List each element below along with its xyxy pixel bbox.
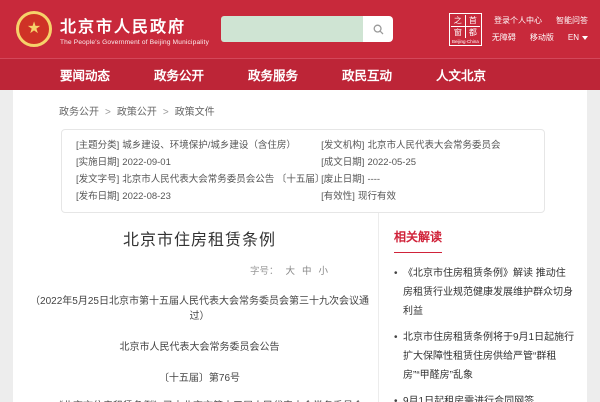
search-input[interactable] bbox=[221, 16, 363, 42]
site-brand[interactable]: 北京市人民政府 The People's Government of Beiji… bbox=[60, 13, 209, 46]
meta-effective-date: [实施日期]2022-09-01 bbox=[76, 154, 321, 171]
meta-value: 2022-09-01 bbox=[122, 157, 171, 168]
breadcrumb-item[interactable]: 政策文件 bbox=[175, 103, 215, 118]
capital-window-logo[interactable]: 之 首 窗 都 Beijing·China bbox=[449, 13, 482, 46]
meta-label: [发文机构] bbox=[321, 140, 364, 151]
metadata-right-column: [发文机构]北京市人民代表大会常务委员会 [成文日期]2022-05-25 [废… bbox=[321, 137, 530, 205]
seal-char: 窗 bbox=[451, 27, 465, 38]
meta-label: [发布日期] bbox=[76, 191, 119, 202]
document-title: 北京市住房租赁条例 bbox=[27, 226, 372, 250]
header-utilities: 之 首 窗 都 Beijing·China 登录个人中心 智能问答 无障碍 移动… bbox=[449, 13, 588, 46]
sidebar-list: 《北京市住房租赁条例》解读 推动住房租赁行业规范健康发展维护群众切身利益 北京市… bbox=[394, 264, 575, 402]
breadcrumb-item[interactable]: 政务公开 bbox=[59, 103, 111, 118]
nav-item-interaction[interactable]: 政民互动 bbox=[320, 65, 414, 84]
content-container: 政务公开 政策公开 政策文件 [主题分类]城乡建设、环境保护/城乡建设（含住房）… bbox=[13, 90, 587, 402]
meta-value: 2022-08-23 bbox=[122, 191, 171, 202]
meta-label: [发文字号] bbox=[76, 174, 119, 185]
site-subtitle: The People's Government of Beijing Munic… bbox=[60, 39, 209, 46]
national-emblem-icon bbox=[16, 11, 52, 47]
meta-issuing-org: [发文机构]北京市人民代表大会常务委员会 bbox=[321, 137, 530, 154]
related-reading-link[interactable]: 《北京市住房租赁条例》解读 推动住房租赁行业规范健康发展维护群众切身利益 bbox=[394, 264, 575, 321]
meta-doc-number: [发文字号]北京市人民代表大会常务委员会公告 〔十五届〕第76号 bbox=[76, 171, 321, 188]
meta-value: 城乡建设、环境保护/城乡建设（含住房） bbox=[122, 140, 296, 151]
font-size-large[interactable]: 大 bbox=[285, 266, 295, 277]
font-size-control: 字号： 大中小 bbox=[27, 263, 372, 277]
search-bar bbox=[221, 16, 393, 42]
nav-item-gov-services[interactable]: 政务服务 bbox=[226, 65, 320, 84]
article: 北京市住房租赁条例 字号： 大中小 （2022年5月25日北京市第十五届人民代表大… bbox=[13, 213, 378, 402]
font-size-label: 字号： bbox=[250, 266, 279, 277]
main-area: 北京市住房租赁条例 字号： 大中小 （2022年5月25日北京市第十五届人民代表大… bbox=[13, 213, 587, 402]
nav-item-culture[interactable]: 人文北京 bbox=[414, 65, 508, 84]
meta-repeal-date: [废止日期]---- bbox=[321, 171, 530, 188]
announcement-org: 北京市人民代表大会常务委员会公告 bbox=[27, 338, 372, 353]
smart-qa-link[interactable]: 智能问答 bbox=[556, 15, 588, 26]
meta-label: [废止日期] bbox=[321, 174, 364, 185]
meta-value: 2022-05-25 bbox=[367, 157, 416, 168]
site-title: 北京市人民政府 bbox=[60, 13, 209, 37]
sidebar-title: 相关解读 bbox=[394, 228, 442, 253]
meta-value: 现行有效 bbox=[358, 191, 396, 202]
search-button[interactable] bbox=[363, 16, 393, 42]
meta-label: [成文日期] bbox=[321, 157, 364, 168]
meta-label: [主题分类] bbox=[76, 140, 119, 151]
meta-publish-date: [发布日期]2022-08-23 bbox=[76, 188, 321, 205]
login-link[interactable]: 登录个人中心 bbox=[494, 15, 542, 26]
language-label: EN bbox=[568, 33, 579, 42]
passed-line: （2022年5月25日北京市第十五届人民代表大会常务委员会第三十九次会议通过） bbox=[27, 292, 372, 322]
seal-char: 之 bbox=[451, 15, 465, 26]
document-metadata: [主题分类]城乡建设、环境保护/城乡建设（含住房） [实施日期]2022-09-… bbox=[61, 129, 545, 213]
metadata-left-column: [主题分类]城乡建设、环境保护/城乡建设（含住房） [实施日期]2022-09-… bbox=[76, 137, 321, 205]
related-reading-link[interactable]: 9月1日起租房需进行合同网签 bbox=[394, 392, 575, 402]
main-nav: 要闻动态 政务公开 政务服务 政民互动 人文北京 bbox=[0, 58, 600, 90]
breadcrumb: 政务公开 政策公开 政策文件 bbox=[13, 90, 587, 129]
search-icon bbox=[373, 24, 384, 35]
header-links: 登录个人中心 智能问答 无障碍 移动版 EN bbox=[492, 15, 588, 43]
related-reading-link[interactable]: 北京市住房租赁条例将于9月1日起施行 扩大保障性租赁住房供给严管“群租房”“甲醛… bbox=[394, 328, 575, 385]
capital-window-seal: 之 首 窗 都 bbox=[451, 15, 480, 38]
chevron-down-icon bbox=[582, 36, 588, 40]
meta-topic: [主题分类]城乡建设、环境保护/城乡建设（含住房） bbox=[76, 137, 321, 154]
font-size-medium[interactable]: 中 bbox=[302, 266, 312, 277]
site-header: 北京市人民政府 The People's Government of Beiji… bbox=[0, 0, 600, 58]
nav-item-news[interactable]: 要闻动态 bbox=[38, 65, 132, 84]
meta-signed-date: [成文日期]2022-05-25 bbox=[321, 154, 530, 171]
nav-item-gov-disclosure[interactable]: 政务公开 bbox=[132, 65, 226, 84]
meta-value: 北京市人民代表大会常务委员会 bbox=[367, 140, 500, 151]
breadcrumb-item[interactable]: 政策公开 bbox=[117, 103, 169, 118]
announcement-number: 〔十五届〕第76号 bbox=[27, 369, 372, 384]
meta-value: 北京市人民代表大会常务委员会公告 〔十五届〕第76号 bbox=[122, 174, 321, 185]
seal-char: 首 bbox=[466, 15, 480, 26]
meta-label: [有效性] bbox=[321, 191, 355, 202]
meta-validity: [有效性]现行有效 bbox=[321, 188, 530, 205]
meta-value: ---- bbox=[367, 174, 380, 185]
related-readings-sidebar: 相关解读 《北京市住房租赁条例》解读 推动住房租赁行业规范健康发展维护群众切身利… bbox=[378, 213, 587, 402]
font-size-small[interactable]: 小 bbox=[318, 266, 328, 277]
meta-label: [实施日期] bbox=[76, 157, 119, 168]
seal-char: 都 bbox=[466, 27, 480, 38]
body-paragraph: 《北京市住房租赁条例》已由北京市第十五届人民代表大会常务委员会第三十九次会议于2… bbox=[27, 397, 372, 402]
language-switcher[interactable]: EN bbox=[568, 32, 588, 43]
seal-caption: Beijing·China bbox=[452, 39, 479, 44]
mobile-version-link[interactable]: 移动版 bbox=[530, 32, 554, 43]
accessibility-link[interactable]: 无障碍 bbox=[492, 32, 516, 43]
